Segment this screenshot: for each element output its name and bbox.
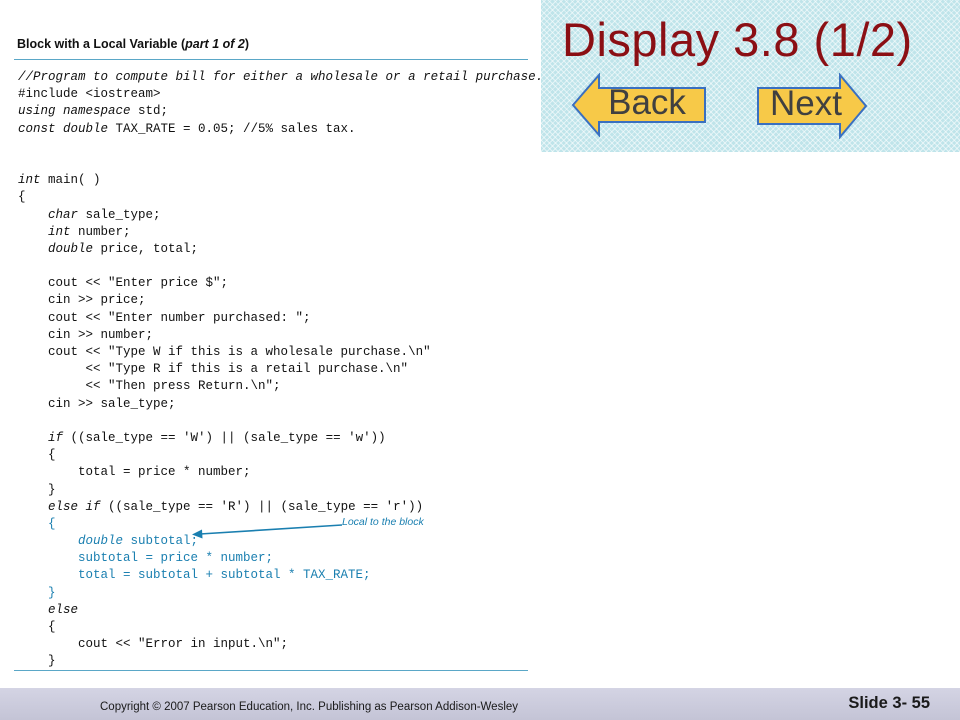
code-text: sale_type; — [78, 207, 161, 222]
code-keyword: using namespace — [18, 104, 131, 119]
panel-title-text: Block with a Local Variable ( — [17, 37, 186, 51]
code-line: cout << "Enter price $"; — [18, 276, 229, 291]
panel-title: Block with a Local Variable (part 1 of 2… — [17, 37, 249, 51]
code-line: cin >> number; — [18, 327, 154, 342]
code-keyword: double — [48, 241, 94, 256]
code-line: << "Then press Return.\n"; — [18, 379, 281, 394]
code-line: } — [18, 482, 56, 497]
copyright-text: Copyright © 2007 Pearson Education, Inc.… — [100, 701, 519, 713]
code-line: cin >> price; — [18, 293, 146, 308]
code-text: ((sale_type == 'W') || (sale_type == 'w'… — [63, 430, 386, 445]
annotation-label: Local to the block — [342, 516, 424, 528]
code-line-highlighted: subtotal = price * number; — [18, 551, 274, 566]
code-keyword: char — [48, 207, 79, 222]
code-keyword: int — [18, 173, 41, 188]
code-keyword: const double — [18, 121, 109, 136]
next-button[interactable]: Next — [756, 73, 868, 139]
code-line: { — [18, 448, 56, 463]
code-text: std; — [130, 104, 169, 119]
code-line: { — [18, 190, 26, 205]
code-line: cout << "Type W if this is a wholesale p… — [18, 345, 431, 359]
code-line: } — [18, 654, 56, 669]
slide-number: Slide 3- 55 — [848, 694, 930, 712]
code-text: TAX_RATE = 0.05; //5% sales tax. — [108, 121, 356, 136]
code-line: //Program to compute bill for either a w… — [18, 70, 544, 84]
code-line: #include <iostream> — [18, 87, 161, 102]
code-line: char sale_type; — [18, 207, 543, 224]
code-line: int number; — [18, 224, 543, 241]
code-text: number; — [70, 224, 131, 239]
code-line: << "Type R if this is a retail purchase.… — [18, 362, 409, 377]
code-keyword: int — [48, 224, 71, 239]
back-button-label: Back — [608, 83, 686, 122]
panel-title-part: part 1 of 2 — [185, 37, 245, 51]
code-line: else — [18, 602, 543, 619]
code-keyword: else — [48, 602, 79, 617]
code-line: { — [18, 620, 56, 634]
code-line: cin >> sale_type; — [18, 396, 176, 411]
code-line: cout << "Error in input.\n"; — [18, 637, 289, 652]
code-line: const double TAX_RATE = 0.05; //5% sales… — [18, 121, 543, 138]
slide-title: Display 3.8 (1/2) — [562, 13, 913, 66]
panel-bottom-rule — [14, 670, 528, 671]
code-line: using namespace std; — [18, 103, 543, 120]
code-keyword: double — [78, 534, 124, 549]
panel-title-close: ) — [244, 37, 250, 51]
code-line: if ((sale_type == 'W') || (sale_type == … — [18, 430, 543, 447]
code-listing: //Program to compute bill for either a w… — [18, 69, 543, 671]
code-text: price, total; — [93, 241, 199, 256]
code-keyword: else if — [48, 499, 101, 514]
back-button[interactable]: Back — [571, 73, 707, 137]
code-line: total = price * number; — [18, 465, 251, 480]
code-line-highlighted: total = subtotal + subtotal * TAX_RATE; — [18, 568, 371, 583]
code-text: ((sale_type == 'R') || (sale_type == 'r'… — [100, 499, 424, 514]
code-line: cout << "Enter number purchased: "; — [18, 310, 311, 325]
footer-bar: Copyright © 2007 Pearson Education, Inc.… — [0, 688, 960, 720]
code-line-highlighted: } — [18, 585, 56, 600]
code-line: int main( ) — [18, 172, 543, 189]
code-text: main( ) — [40, 173, 101, 188]
code-keyword: if — [48, 430, 64, 445]
code-line: else if ((sale_type == 'R') || (sale_typ… — [18, 499, 543, 516]
next-button-label: Next — [770, 84, 842, 123]
code-text: subtotal; — [123, 534, 199, 549]
code-line: double price, total; — [18, 241, 543, 258]
panel-top-rule — [14, 59, 528, 60]
annotation-arrow — [192, 524, 343, 539]
